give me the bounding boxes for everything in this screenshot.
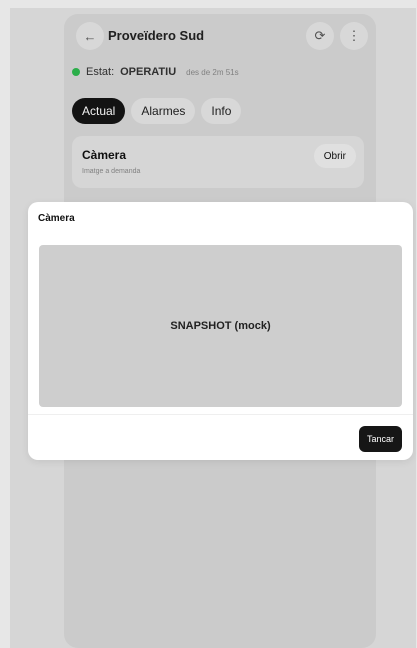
modal-divider (28, 414, 413, 415)
camera-modal: Càmera SNAPSHOT (mock) Tancar (28, 202, 413, 460)
close-modal-button[interactable]: Tancar (358, 426, 402, 452)
modal-title: Càmera (38, 213, 75, 224)
snapshot-label: SNAPSHOT (mock) (170, 320, 271, 332)
camera-snapshot: SNAPSHOT (mock) (39, 245, 402, 407)
